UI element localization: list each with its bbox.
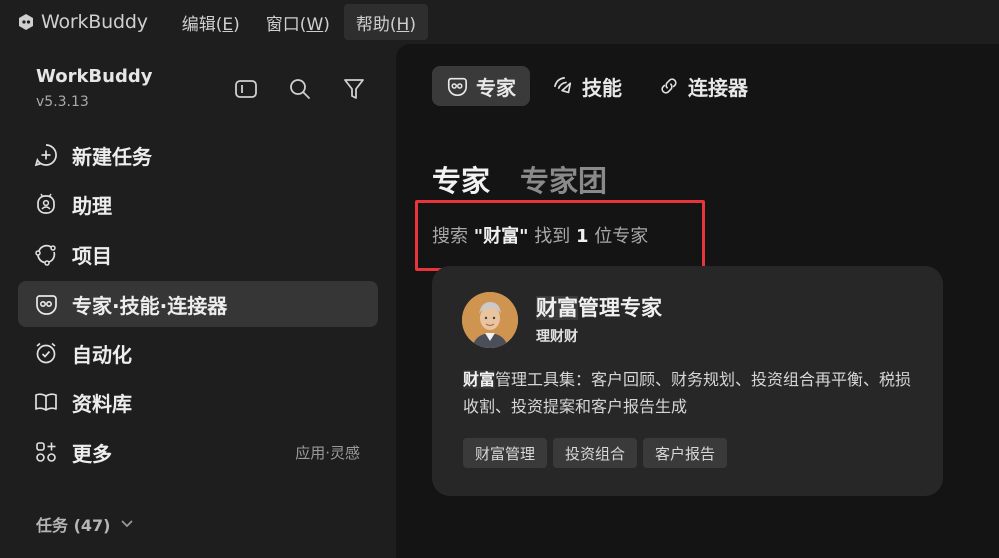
link-icon: [658, 75, 680, 97]
sidebar-toggle-button[interactable]: [233, 76, 259, 102]
app-menu[interactable]: WorkBuddy: [16, 11, 148, 33]
menu-help-label: 帮助(H): [355, 14, 416, 35]
subtab-expert-teams[interactable]: 专家团: [520, 158, 607, 200]
menu-window-label: 窗口(W): [265, 14, 330, 35]
skill-icon: [552, 75, 574, 97]
app-name: WorkBuddy: [41, 11, 148, 33]
project-icon: [34, 242, 58, 266]
tag[interactable]: 财富管理: [463, 438, 548, 468]
card-desc-highlight: 财富: [463, 370, 496, 389]
search-button[interactable]: [287, 76, 313, 102]
menu-window[interactable]: 窗口(W): [254, 4, 342, 40]
menu-bar: WorkBuddy 编辑(E) 窗口(W) 帮助(H): [0, 0, 999, 44]
app-logo-icon: [19, 14, 33, 30]
search-icon: [290, 79, 310, 99]
sidebar-item-library[interactable]: 资料库: [18, 379, 378, 425]
sidebar-item-automation[interactable]: 自动化: [18, 330, 378, 376]
library-icon: [34, 390, 58, 414]
tab-experts[interactable]: 专家: [432, 66, 530, 106]
automation-icon: [34, 341, 58, 365]
card-title-rest: 管理专家: [578, 296, 662, 320]
main-panel: 专家 技能 连接器 专家 专家团 搜索 "财富" 找到 1 位专家 财富管理专家…: [396, 44, 999, 558]
expert-icon: [446, 75, 468, 97]
tag[interactable]: 投资组合: [553, 438, 638, 468]
sidebar-item-project[interactable]: 项目: [18, 231, 378, 277]
filter-icon: [344, 79, 364, 99]
sidebar-item-label: 资料库: [72, 391, 132, 416]
sidebar-item-label: 自动化: [72, 342, 132, 367]
menu-edit-label: 编辑(E): [181, 14, 240, 35]
sidebar-item-label: 新建任务: [72, 144, 152, 169]
sidebar-item-assistant[interactable]: 助理: [18, 181, 378, 227]
filter-button[interactable]: [341, 76, 367, 102]
sidebar-item-label: 更多: [72, 441, 112, 466]
sidebar-toggle-icon: [235, 80, 257, 98]
sidebar: WorkBuddy v5.3.13 新建任务 助理 项目 专家·技能·连接器 自…: [0, 44, 396, 558]
expert-icon: [34, 292, 58, 316]
tag-list: 财富管理 投资组合 客户报告: [463, 438, 733, 468]
card-subtitle: 理财财: [536, 329, 578, 345]
chevron-down-icon: [121, 520, 134, 528]
annotation-highlight-box: [415, 200, 705, 271]
workspace-name: WorkBuddy: [36, 66, 153, 87]
sidebar-item-label: 项目: [72, 243, 112, 268]
sidebar-item-experts[interactable]: 专家·技能·连接器: [18, 281, 378, 327]
sidebar-item-more[interactable]: 更多 应用·灵感: [18, 429, 378, 475]
more-icon: [34, 440, 58, 464]
tasks-section-toggle[interactable]: 任务 (47): [36, 512, 134, 536]
tag[interactable]: 客户报告: [643, 438, 728, 468]
more-extra-label[interactable]: 应用·灵感: [295, 442, 360, 463]
tab-skills[interactable]: 技能: [538, 66, 636, 106]
subtab-experts[interactable]: 专家: [432, 158, 490, 200]
tab-connectors[interactable]: 连接器: [644, 66, 762, 106]
card-desc-rest: 管理工具集：客户回顾、财务规划、投资组合再平衡、税损收割、投资提案和客户报告生成: [463, 370, 912, 416]
tasks-label: 任务 (47): [36, 516, 111, 535]
avatar: [462, 292, 518, 348]
card-title-highlight: 财富: [536, 296, 578, 320]
sub-tabs: 专家 专家团: [432, 158, 637, 200]
top-tabs: 专家 技能 连接器: [432, 66, 770, 106]
sidebar-item-new-task[interactable]: 新建任务: [18, 132, 378, 178]
version-label: v5.3.13: [36, 94, 89, 110]
menu-help[interactable]: 帮助(H): [343, 4, 428, 40]
sidebar-item-label: 助理: [72, 193, 112, 218]
card-description: 财富管理工具集：客户回顾、财务规划、投资组合再平衡、税损收割、投资提案和客户报告…: [463, 366, 923, 420]
assistant-icon: [34, 192, 58, 216]
menu-edit[interactable]: 编辑(E): [170, 4, 252, 40]
expert-card[interactable]: 财富管理专家 理财财 财富管理工具集：客户回顾、财务规划、投资组合再平衡、税损收…: [432, 266, 943, 496]
tab-label: 连接器: [688, 75, 748, 100]
new-task-icon: [34, 143, 58, 167]
sidebar-item-label: 专家·技能·连接器: [72, 293, 228, 318]
card-title: 财富管理专家: [536, 292, 662, 322]
tab-label: 专家: [476, 75, 516, 100]
tab-label: 技能: [582, 75, 622, 100]
